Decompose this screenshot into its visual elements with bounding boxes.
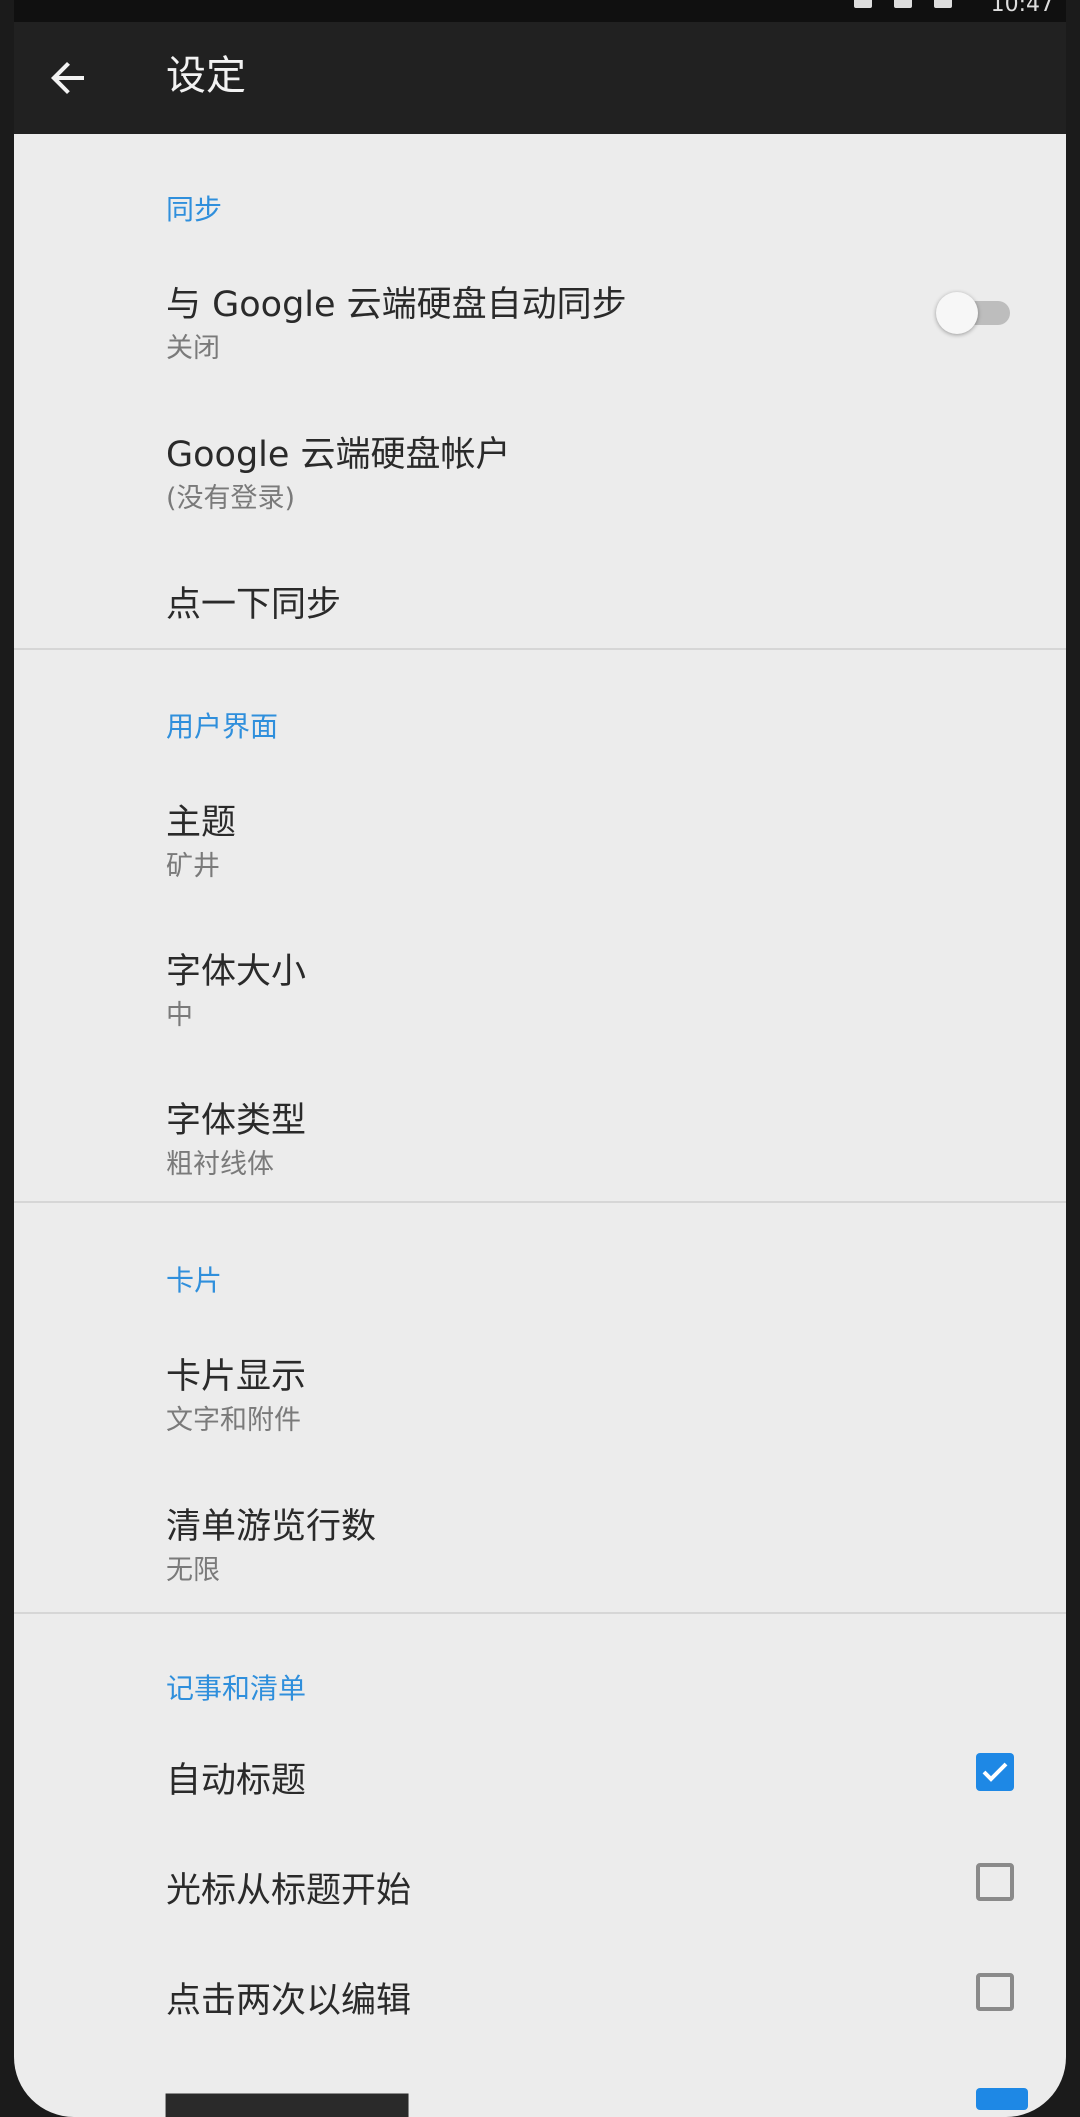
toggle-thumb — [936, 292, 978, 334]
setting-subtitle: (没有登录) — [166, 483, 296, 514]
arrow-left-icon — [51, 62, 84, 94]
status-time: 10:47 — [990, 0, 1054, 17]
check-icon — [982, 1762, 1008, 1782]
signal-icon — [894, 0, 912, 8]
setting-subtitle: 中 — [166, 1000, 193, 1031]
page-title: 设定 — [166, 53, 246, 99]
setting-title: 点一下同步 — [166, 585, 342, 625]
back-button[interactable] — [44, 54, 92, 102]
section-header-ui: 用户界面 — [166, 710, 279, 743]
section-header-notes: 记事和清单 — [166, 1672, 307, 1705]
battery-icon — [934, 0, 952, 8]
next-setting-checkbox[interactable] — [976, 2088, 1028, 2110]
setting-title: 自动标题 — [166, 1761, 307, 1801]
status-bar: 10:47 — [14, 0, 1066, 22]
wifi-icon — [854, 0, 872, 8]
next-setting-cut-off: ▇▇▇▇▇▇▇▇▇ — [166, 2090, 409, 2117]
section-divider — [14, 1612, 1066, 1614]
setting-subtitle: 关闭 — [166, 333, 220, 364]
setting-title: 字体类型 — [166, 1101, 307, 1141]
setting-title: 点击两次以编辑 — [166, 1981, 412, 2021]
double-tap-checkbox[interactable] — [976, 1973, 1014, 2011]
setting-title: Google 云端硬盘帐户 — [166, 435, 511, 475]
settings-screen: 10:47 设定 同步 与 Google 云端硬盘自动同步 关闭 Google … — [14, 0, 1066, 2117]
setting-title: 清单游览行数 — [166, 1507, 377, 1547]
auto-sync-toggle[interactable] — [936, 288, 1026, 338]
section-divider — [14, 648, 1066, 650]
app-bar: 设定 — [14, 22, 1066, 134]
section-divider — [14, 1201, 1066, 1203]
section-header-cards: 卡片 — [166, 1264, 223, 1297]
cursor-title-checkbox[interactable] — [976, 1863, 1014, 1901]
setting-title: 卡片显示 — [166, 1357, 307, 1397]
auto-title-checkbox[interactable] — [976, 1753, 1014, 1791]
setting-subtitle: 无限 — [166, 1555, 220, 1586]
setting-title: 字体大小 — [166, 952, 307, 992]
setting-title: 与 Google 云端硬盘自动同步 — [166, 285, 627, 325]
setting-title: 光标从标题开始 — [166, 1871, 412, 1911]
setting-title: 主题 — [166, 803, 237, 843]
setting-subtitle: 粗衬线体 — [166, 1149, 274, 1180]
setting-subtitle: 矿井 — [166, 851, 220, 882]
section-header-sync: 同步 — [166, 193, 223, 226]
setting-subtitle: 文字和附件 — [166, 1405, 301, 1436]
